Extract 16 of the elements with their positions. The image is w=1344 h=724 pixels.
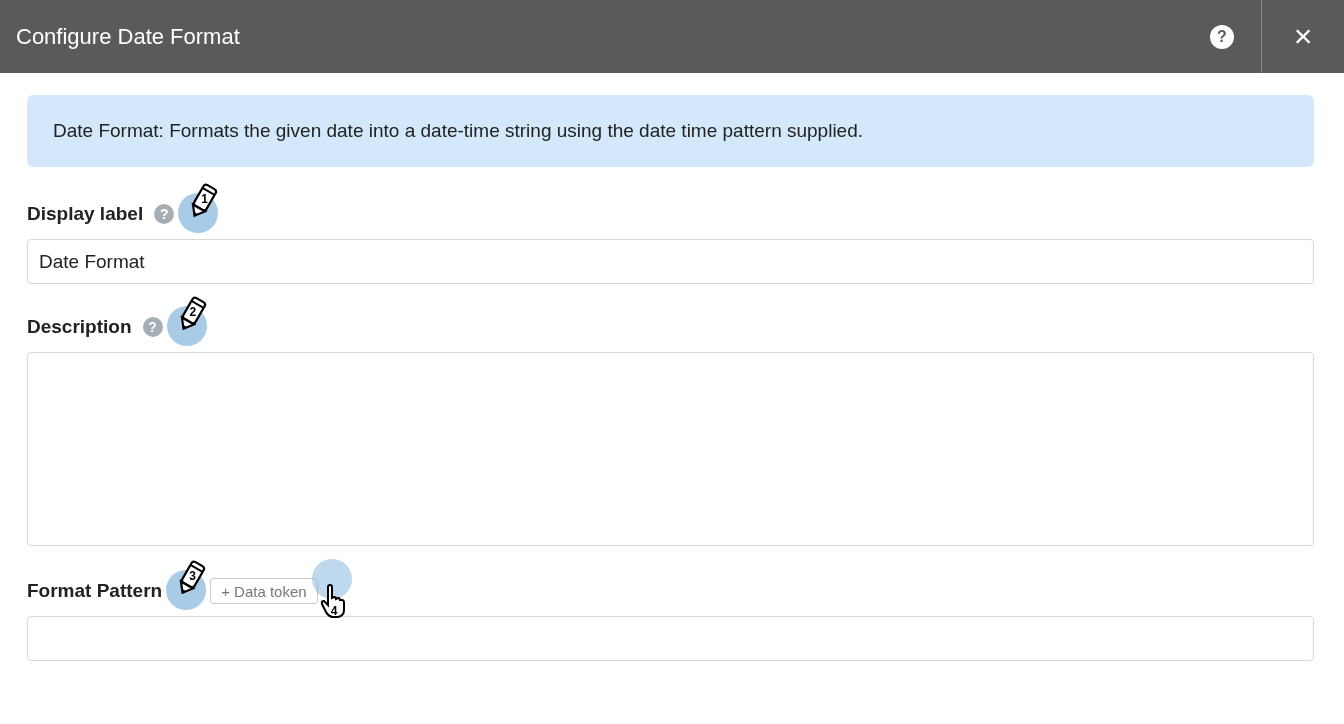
step-number: 4 xyxy=(330,605,338,617)
info-banner: Date Format: Formats the given date into a date-time string using the date time pattern supplied. xyxy=(27,95,1314,167)
highlight-circle xyxy=(311,559,352,599)
text-area[interactable] xyxy=(27,352,1314,546)
data-token-button[interactable]: + Data token xyxy=(210,578,318,604)
field-label: Display label xyxy=(27,203,144,225)
help-button[interactable]: ? xyxy=(1210,24,1234,49)
step-number: 3 xyxy=(189,570,196,582)
field-label: Format Pattern xyxy=(27,580,163,602)
input-field[interactable] xyxy=(27,616,1314,661)
field-label: Description xyxy=(27,316,132,338)
input-field[interactable]: Date Format xyxy=(27,239,1314,284)
step-number: 1 xyxy=(201,193,208,205)
step-number: 2 xyxy=(189,306,197,318)
dialog-title: Configure Date Format xyxy=(15,23,241,50)
close-button[interactable]: × xyxy=(1262,0,1344,73)
